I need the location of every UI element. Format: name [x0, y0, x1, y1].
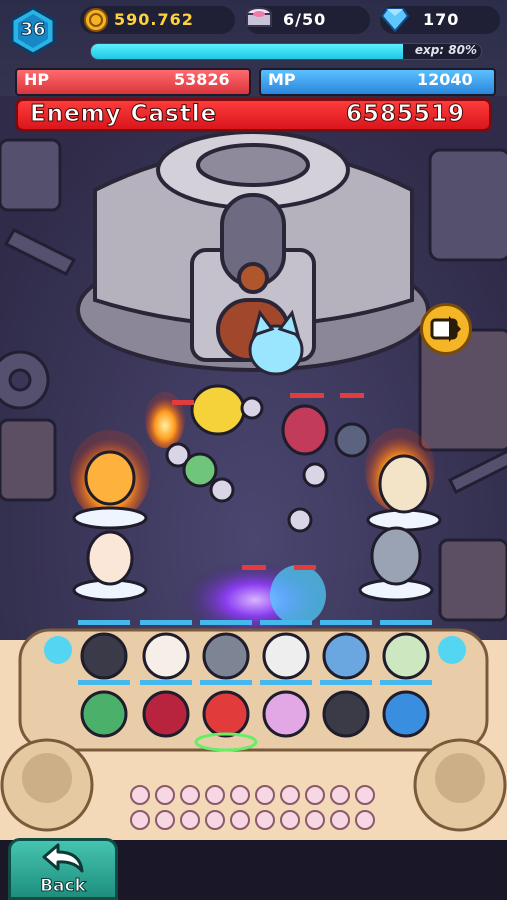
enemy-castle-label: Enemy Castle — [29, 101, 218, 128]
sushi-amount: 6/50 — [283, 10, 327, 29]
fast-forward-button[interactable] — [420, 303, 472, 355]
gold-coin-icon — [84, 8, 108, 32]
mp-value: 12040 — [417, 70, 473, 89]
gold-amount: 590.762 — [114, 10, 194, 29]
exp-label: exp: 80% — [414, 43, 477, 57]
enemy-castle-hp: 6585519 — [345, 101, 466, 128]
back-arrow-icon — [42, 843, 84, 873]
exp-bar-fill — [91, 44, 403, 59]
fast-forward-icon — [430, 316, 461, 342]
hp-value: 53826 — [174, 70, 230, 89]
battlefield-scene — [0, 96, 507, 900]
gem-icon — [381, 8, 409, 33]
player-level: 36 — [20, 19, 46, 41]
back-label: Back — [40, 876, 87, 897]
sushi-icon — [246, 7, 272, 27]
gem-amount: 170 — [423, 10, 460, 29]
mp-label: MP — [268, 70, 296, 89]
hp-label: HP — [24, 70, 50, 89]
